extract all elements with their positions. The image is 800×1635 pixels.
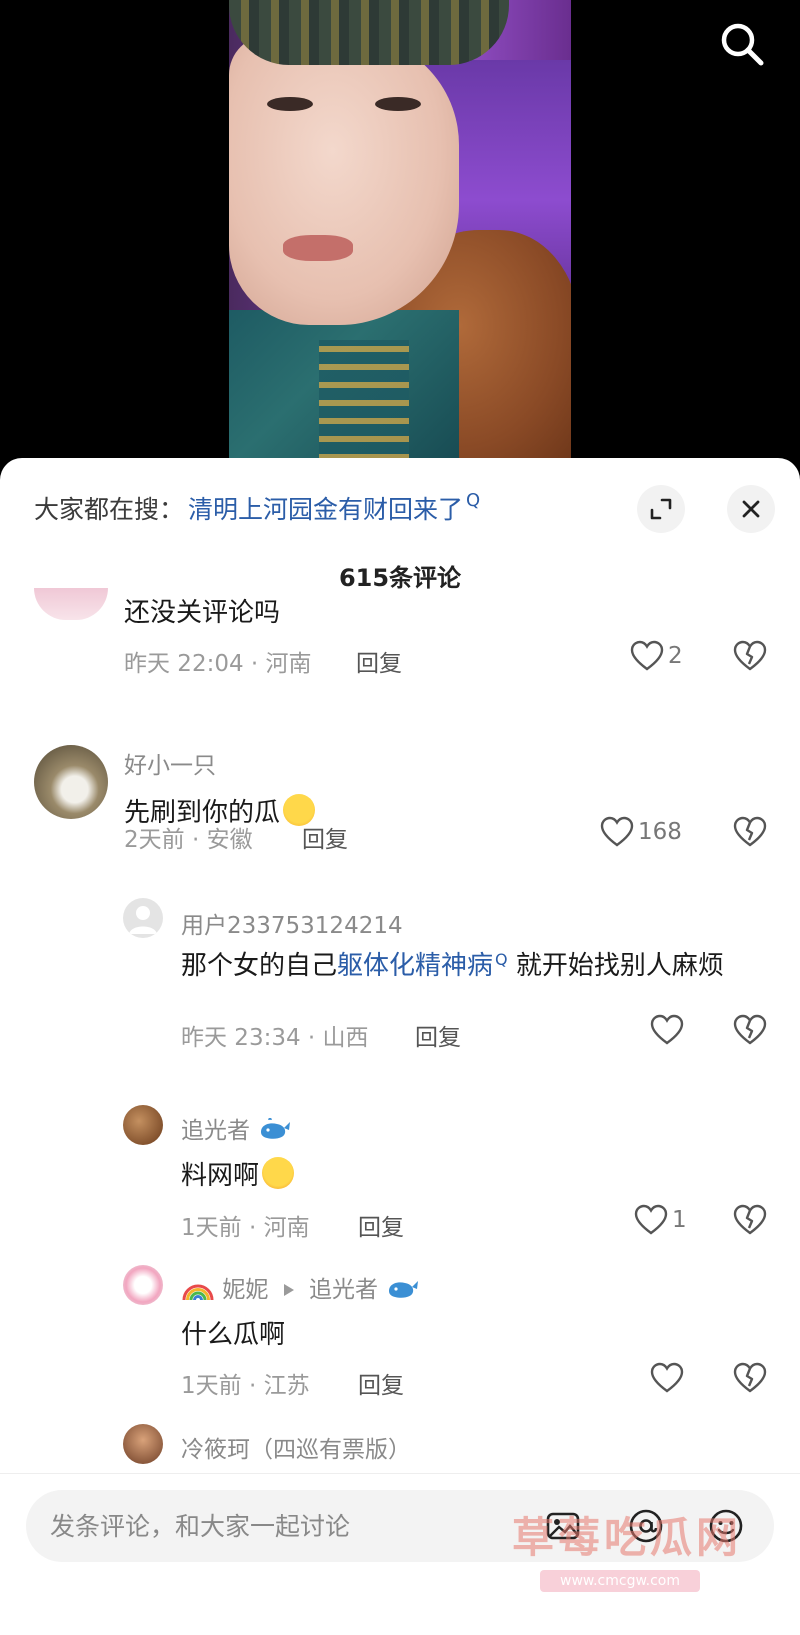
reply-meta: 1天前 · 江苏 <box>181 1373 310 1399</box>
video-player[interactable] <box>0 0 800 465</box>
heart-icon <box>650 1014 684 1045</box>
reply-username[interactable]: 妮妮 追光者 <box>181 1270 419 1304</box>
reply-button[interactable]: 回复 <box>358 1366 404 1400</box>
video-frame <box>229 0 571 465</box>
avatar[interactable] <box>34 588 108 620</box>
like-count: 168 <box>638 819 682 845</box>
comment-count: 615条评论 <box>338 564 462 592</box>
comment-username[interactable]: 好小一只 <box>124 746 216 780</box>
reply-username-text: 妮妮 <box>222 1277 269 1303</box>
reply-meta: 1天前 · 河南 <box>181 1215 310 1241</box>
default-user-icon <box>129 906 157 934</box>
like-button[interactable]: 2 <box>630 640 683 672</box>
comment-meta: 昨天 22:04 · 河南 <box>124 651 312 677</box>
broken-heart-icon <box>733 1014 767 1045</box>
video-hat <box>229 0 509 65</box>
avatar[interactable] <box>123 898 163 938</box>
hot-search-term[interactable]: 清明上河园金有财回来了 <box>188 490 463 526</box>
reply-button[interactable]: 回复 <box>356 644 402 678</box>
video-eye-right <box>375 97 421 111</box>
dislike-button[interactable] <box>733 816 767 852</box>
broken-heart-icon <box>733 816 767 847</box>
broken-heart-icon <box>733 1204 767 1235</box>
avatar[interactable] <box>123 1424 163 1464</box>
broken-heart-icon <box>733 640 767 671</box>
reply-meta: 昨天 23:34 · 山西 <box>181 1025 369 1051</box>
video-eye-left <box>267 97 313 111</box>
like-button[interactable] <box>650 1362 688 1394</box>
reply-username-text: 追光者 <box>181 1118 250 1144</box>
video-lips <box>283 235 353 261</box>
dislike-button[interactable] <box>733 1362 767 1398</box>
heart-icon <box>600 816 634 847</box>
like-count: 1 <box>672 1207 687 1233</box>
broken-heart-icon <box>733 1362 767 1393</box>
reply-text: 料网啊 <box>181 1155 295 1192</box>
comment-input-bar: 草莓吃瓜网 www.cmcgw.com <box>0 1473 800 1635</box>
heart-icon <box>634 1204 668 1235</box>
heart-icon <box>630 640 664 671</box>
close-icon <box>742 500 760 518</box>
watermark-logo: 草莓吃瓜网 <box>512 1513 743 1562</box>
dislike-button[interactable] <box>733 1204 767 1240</box>
comment-text: 还没关评论吗 <box>124 598 281 628</box>
reply-text: 那个女的自己躯体化精神病 Q 就开始找别人麻烦 <box>181 941 771 994</box>
reply-button[interactable]: 回复 <box>358 1208 404 1242</box>
expand-button[interactable] <box>637 485 685 533</box>
like-button[interactable] <box>650 1014 688 1046</box>
avatar[interactable] <box>34 745 108 819</box>
reply-username[interactable]: 追光者 <box>181 1111 291 1145</box>
reply-text-part: 那个女的自己 <box>181 951 338 981</box>
avatar[interactable] <box>123 1265 163 1305</box>
rainbow-icon <box>182 1284 214 1301</box>
whale-badge-icon <box>261 1117 291 1139</box>
reply-text-link[interactable]: 躯体化精神病 <box>337 951 493 981</box>
dislike-button[interactable] <box>733 640 767 676</box>
video-robe-trim <box>319 340 409 460</box>
avatar[interactable] <box>123 1105 163 1145</box>
reply-text: 什么瓜啊 <box>181 1320 286 1350</box>
reply-text-content: 料网啊 <box>181 1161 260 1191</box>
dislike-button[interactable] <box>733 1014 767 1050</box>
whale-badge-icon <box>389 1281 419 1298</box>
reply-target-name[interactable]: 追光者 <box>309 1277 378 1303</box>
hot-search-bar[interactable]: 大家都在搜： 清明上河园金有财回来了 Q <box>34 486 480 530</box>
search-icon[interactable] <box>716 18 768 70</box>
comment-meta: 2天前 · 安徽 <box>124 827 253 853</box>
watermark-url: www.cmcgw.com <box>540 1570 700 1592</box>
reply-arrow-icon <box>283 1284 294 1296</box>
like-count: 2 <box>668 643 683 669</box>
comment-panel: 大家都在搜： 清明上河园金有财回来了 Q 615条评论 还没关评论吗 昨天 22… <box>0 458 800 1635</box>
like-button[interactable]: 168 <box>600 816 682 848</box>
reply-username[interactable]: 用户233753124214 <box>181 906 403 940</box>
hot-search-prefix: 大家都在搜： <box>34 495 185 524</box>
video-face <box>229 35 459 325</box>
crying-laugh-emoji-icon <box>262 1157 295 1189</box>
hot-search-glyph: Q <box>466 489 481 511</box>
expand-icon <box>650 498 672 520</box>
reply-button[interactable]: 回复 <box>415 1018 461 1052</box>
link-search-glyph: Q <box>495 950 508 969</box>
reply-button[interactable]: 回复 <box>302 820 348 854</box>
like-button[interactable]: 1 <box>634 1204 687 1236</box>
reply-text-part: 就开始找别人麻烦 <box>507 951 724 981</box>
close-button[interactable] <box>727 485 775 533</box>
heart-icon <box>650 1362 684 1393</box>
reply-username[interactable]: 冷筱珂（四巡有票版） <box>181 1430 411 1464</box>
